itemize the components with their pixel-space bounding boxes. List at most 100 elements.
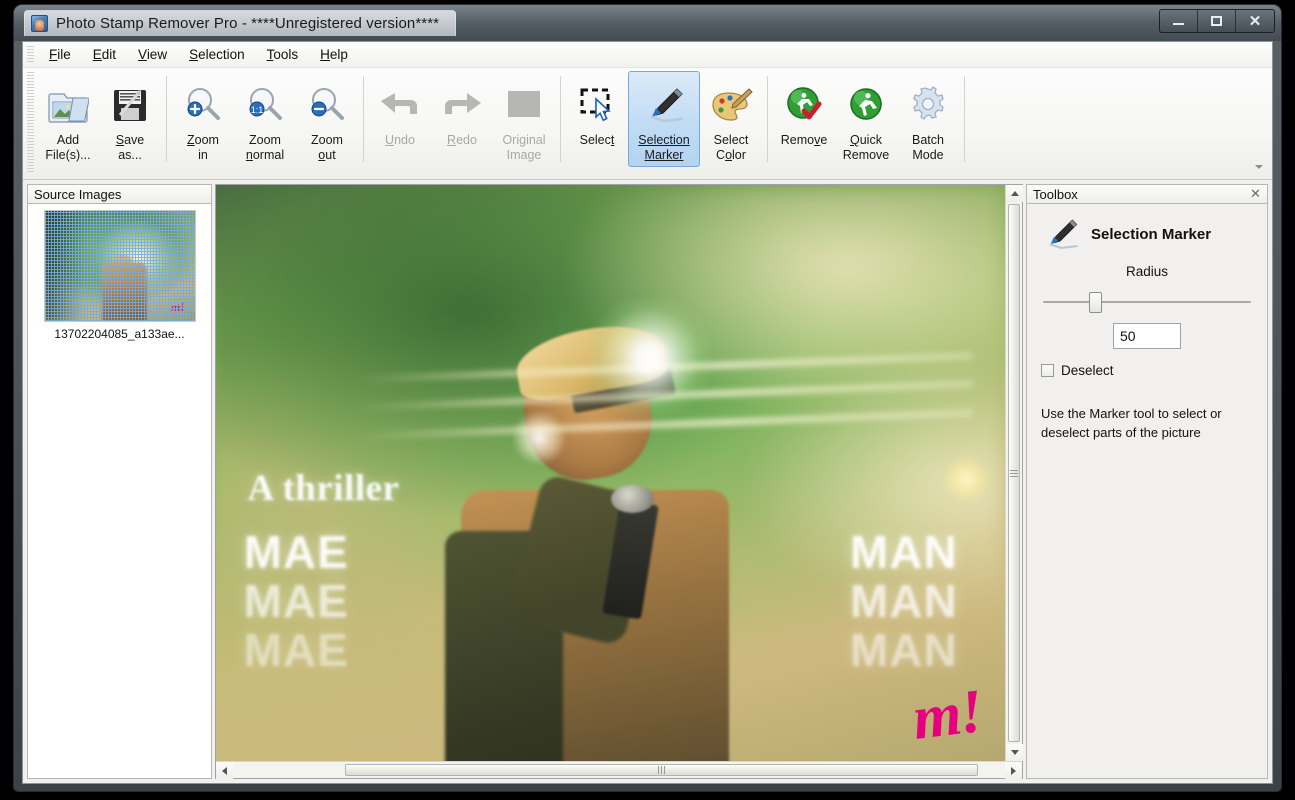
toolbox-hint-text: Use the Marker tool to select or deselec… [1041,404,1255,442]
poster-text-left-3: MAE [244,623,349,677]
toolbar-overflow-button[interactable] [1252,160,1266,174]
toolbar-button-zoom-in[interactable]: Zoom in [172,71,234,167]
scroll-right-button[interactable] [1005,762,1022,779]
radius-label: Radius [1039,264,1255,279]
green-runner-icon [845,82,887,128]
menu-item-selection[interactable]: Selection [178,44,256,65]
source-images-title: Source Images [34,187,121,202]
image-rect-icon [503,82,545,128]
toolbar-button-select-color[interactable]: Select Color [700,71,762,167]
deselect-checkbox[interactable] [1041,364,1054,377]
poster-text-right-1: MAN [850,525,958,579]
toolbar-separator [363,76,364,162]
caption-buttons: ✕ [1159,9,1275,33]
chevron-down-icon [1255,165,1263,169]
scroll-left-arrow-icon [222,767,227,775]
close-button[interactable]: ✕ [1236,10,1274,32]
toolbar-button-select[interactable]: Select [566,71,628,167]
minimize-button[interactable] [1160,10,1198,32]
window-title: Photo Stamp Remover Pro - ****Unregister… [56,15,439,32]
maximize-icon [1211,16,1222,26]
toolbar-button-remove[interactable]: Remove [773,71,835,167]
magnifier-minus-icon [306,82,348,128]
toolbar-button-batch-mode[interactable]: Batch Mode [897,71,959,167]
toolbar-button-quick-remove[interactable]: Quick Remove [835,71,897,167]
app-icon [31,15,48,32]
toolbar-button-redo[interactable]: Redo [431,71,493,167]
photo-watermark: m! [910,684,985,748]
source-images-panel: Source Images m! 13702204085_a133ae... [23,180,215,783]
radius-value-input[interactable]: 50 [1113,323,1181,349]
menu-item-tools[interactable]: Tools [256,44,310,65]
menu-item-file[interactable]: File [38,44,82,65]
photo-subject-microphone [602,499,659,619]
canvas-vertical-scrollbar[interactable] [1005,185,1022,761]
scroll-down-arrow-icon [1011,750,1019,755]
magnifier-plus-icon [182,82,224,128]
toolbar-button-save-as[interactable]: Save as... [99,71,161,167]
menu-grip[interactable] [27,46,34,64]
photo-subject-coat [461,490,729,761]
toolbar-label-zoom-in: Zoom in [187,133,219,163]
menu-item-help[interactable]: Help [309,44,359,65]
toolbar-label-save-as: Save as... [116,133,145,163]
arrow-redo-icon [439,82,485,128]
photo-lens-flare-secondary [512,411,566,465]
canvas-horizontal-scrollbar[interactable] [216,761,1022,778]
thumbnail-subject-body [102,262,147,321]
toolbar-label-original-image: Original Image [502,133,545,163]
main-toolbar: Add File(s)... Save as... [23,68,1272,180]
vertical-scroll-thumb[interactable] [1008,204,1020,742]
toolbar-button-add-files[interactable]: Add File(s)... [37,71,99,167]
toolbar-button-zoom-out[interactable]: Zoom out [296,71,358,167]
photo-subject-arm [507,472,658,646]
scroll-left-button[interactable] [216,762,233,779]
photo-light-beam-3 [358,409,973,440]
title-bar[interactable]: Photo Stamp Remover Pro - ****Unregister… [14,5,1281,41]
workspace: Source Images m! 13702204085_a133ae... [23,180,1272,783]
radius-slider-track[interactable] [1043,301,1251,303]
toolbar-grip[interactable] [27,72,34,172]
horizontal-scroll-track[interactable] [233,762,1005,778]
scroll-thumb-grip [1010,470,1018,477]
scroll-down-button[interactable] [1006,744,1023,761]
vertical-scroll-track[interactable] [1006,202,1022,744]
radius-slider[interactable] [1043,289,1251,315]
source-images-header: Source Images [27,184,212,204]
arrow-undo-icon [377,82,423,128]
radius-slider-thumb[interactable] [1089,292,1102,313]
scroll-thumb-grip [658,766,665,774]
toolbar-label-selection-marker: Selection Marker [638,133,689,163]
deselect-row[interactable]: Deselect [1041,363,1255,378]
marker-pen-icon [641,82,687,128]
menu-item-view[interactable]: View [127,44,178,65]
photo-light-beam-2 [358,381,973,412]
open-folder-image-icon [47,82,89,128]
source-images-list[interactable]: m! 13702204085_a133ae... [27,204,212,779]
photo-canvas[interactable]: A thriller MAE MAE MAE MAN MAN MAN [216,185,1005,761]
photo-subject-coat-dark [445,531,563,761]
photo-subject-mic-head [611,485,654,514]
horizontal-scroll-thumb[interactable] [345,764,978,776]
list-item[interactable]: m! 13702204085_a133ae... [28,210,211,341]
toolbox-tool-title: Selection Marker [1091,226,1211,243]
magnifier-oneone-icon: 1:1 [244,82,286,128]
scroll-up-button[interactable] [1006,185,1023,202]
minimize-icon [1173,23,1184,25]
thumbnail[interactable]: m! [44,210,196,322]
toolbar-button-undo[interactable]: Undo [369,71,431,167]
gear-icon [907,82,949,128]
svg-text:1:1: 1:1 [251,105,264,115]
toolbar-button-zoom-normal[interactable]: 1:1 Zoom normal [234,71,296,167]
toolbar-label-select: Select [580,133,615,148]
maximize-button[interactable] [1198,10,1236,32]
toolbar-button-selection-marker[interactable]: Selection Marker [628,71,700,167]
toolbar-label-remove: Remove [781,133,828,148]
client-area: File Edit View Selection Tools Help [22,41,1273,784]
menu-item-edit[interactable]: Edit [82,44,127,65]
canvas-row: A thriller MAE MAE MAE MAN MAN MAN [216,185,1022,761]
toolbar-button-original-image[interactable]: Original Image [493,71,555,167]
scroll-up-arrow-icon [1011,191,1019,196]
toolbox-tool-header: Selection Marker [1041,216,1255,252]
toolbox-close-button[interactable]: ✕ [1248,187,1263,202]
